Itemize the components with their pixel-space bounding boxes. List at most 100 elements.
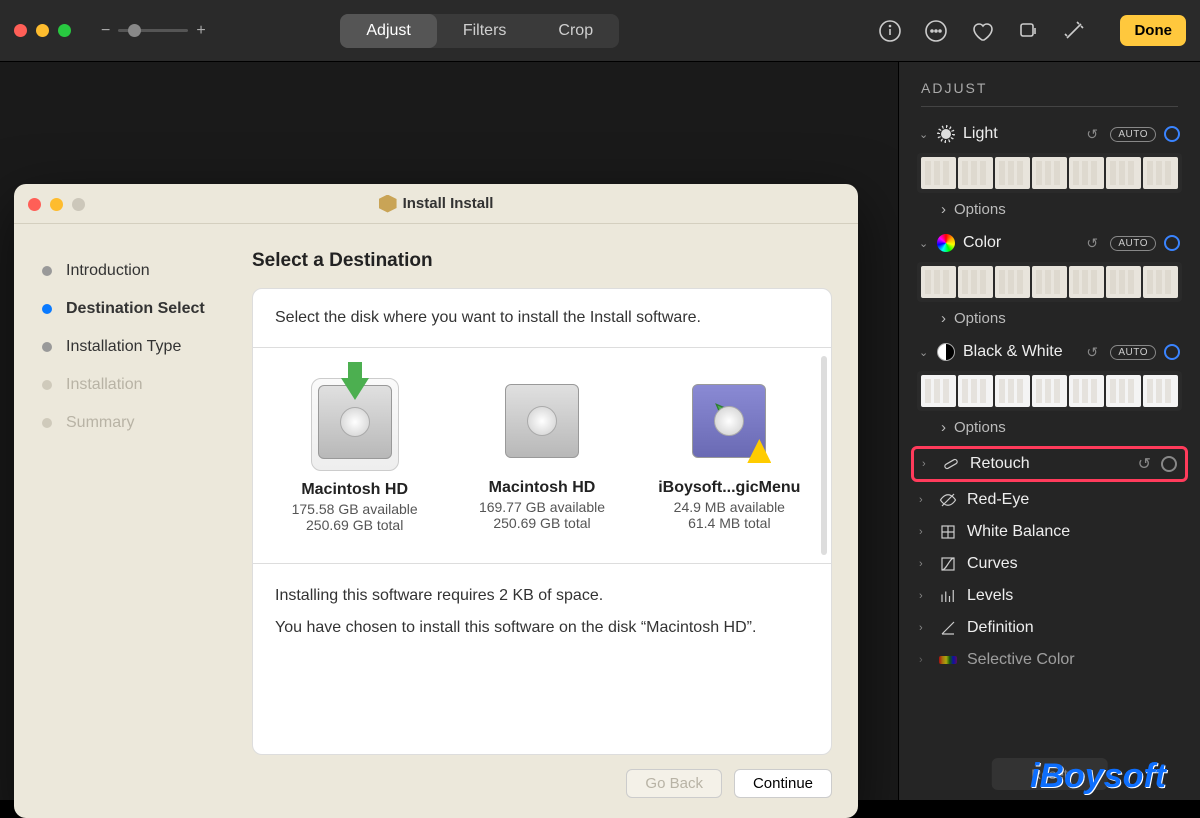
disk-name: Macintosh HD — [269, 481, 440, 499]
fullscreen-window-button[interactable] — [58, 24, 71, 37]
toolbar-actions: Done — [878, 15, 1186, 46]
disk-total: 250.69 GB total — [269, 517, 440, 533]
bw-icon — [937, 343, 955, 361]
disk-available: 24.9 MB available — [644, 499, 815, 515]
auto-button[interactable]: AUTO — [1110, 236, 1156, 251]
color-options[interactable]: ›Options — [915, 306, 1184, 331]
chevron-right-icon: › — [919, 590, 929, 602]
photos-editor-window: − + Adjust Filters Crop Done — [0, 0, 1200, 800]
installer-minimize-button[interactable] — [50, 198, 63, 211]
close-window-button[interactable] — [14, 24, 27, 37]
step-summary: Summary — [42, 414, 252, 432]
installer-main: Select a Destination Select the disk whe… — [252, 224, 858, 818]
row-levels[interactable]: › Levels — [899, 580, 1200, 612]
chevron-right-icon: › — [919, 526, 929, 538]
zoom-out-icon[interactable]: − — [101, 22, 110, 40]
enable-ring[interactable] — [1161, 456, 1177, 472]
reset-icon[interactable]: ↺ — [1086, 235, 1102, 252]
done-button[interactable]: Done — [1120, 15, 1186, 46]
rotate-icon[interactable] — [1016, 19, 1040, 43]
disk-list: Macintosh HD 175.58 GB available 250.69 … — [253, 348, 831, 564]
zoom-slider[interactable]: − + — [101, 22, 206, 40]
light-label: Light — [963, 125, 1078, 143]
step-introduction[interactable]: Introduction — [42, 262, 252, 280]
disk-option-2[interactable]: iBoysoft...gicMenu 24.9 MB available 61.… — [640, 372, 819, 539]
reset-adjustments-button[interactable]: Reset — [991, 758, 1108, 790]
hard-drive-icon — [505, 384, 579, 458]
enhance-icon[interactable] — [1062, 19, 1086, 43]
reset-icon[interactable]: ↺ — [1086, 344, 1102, 361]
cursor-icon — [711, 399, 743, 431]
row-redeye[interactable]: › Red-Eye — [899, 484, 1200, 516]
installer-title-text: Install Install — [403, 195, 494, 212]
retouch-label: Retouch — [970, 455, 1128, 473]
favorite-icon[interactable] — [970, 19, 994, 43]
row-selective-color[interactable]: › Selective Color — [899, 644, 1200, 676]
light-presets[interactable] — [917, 153, 1182, 193]
enable-ring[interactable] — [1164, 235, 1180, 251]
adjust-panel-title: ADJUST — [899, 80, 1200, 106]
chevron-down-icon: ⌄ — [919, 237, 929, 250]
reset-icon[interactable]: ↺ — [1138, 454, 1151, 474]
bw-label: Black & White — [963, 343, 1078, 361]
disk-available: 169.77 GB available — [456, 499, 627, 515]
bw-options[interactable]: ›Options — [915, 415, 1184, 440]
enable-ring[interactable] — [1164, 126, 1180, 142]
more-icon[interactable] — [924, 19, 948, 43]
installer-close-button[interactable] — [28, 198, 41, 211]
section-bw: ⌄ Black & White ↺ AUTO ›Options — [899, 337, 1200, 440]
installer-titlebar: Install Install — [14, 184, 858, 224]
step-destination-select[interactable]: Destination Select — [42, 300, 252, 318]
color-presets[interactable] — [917, 262, 1182, 302]
auto-button[interactable]: AUTO — [1110, 345, 1156, 360]
selective-color-icon — [939, 651, 957, 669]
package-icon — [379, 195, 397, 213]
edit-mode-tabs: Adjust Filters Crop — [340, 14, 619, 48]
eye-icon — [939, 491, 957, 509]
bw-presets[interactable] — [917, 371, 1182, 411]
bw-header[interactable]: ⌄ Black & White ↺ AUTO — [915, 337, 1184, 367]
enable-ring[interactable] — [1164, 344, 1180, 360]
light-options[interactable]: ›Options — [915, 197, 1184, 222]
curves-icon — [939, 555, 957, 573]
chevron-down-icon: ⌄ — [919, 128, 929, 141]
reset-icon[interactable]: ↺ — [1086, 126, 1102, 143]
auto-button[interactable]: AUTO — [1110, 127, 1156, 142]
continue-button[interactable]: Continue — [734, 769, 832, 798]
light-header[interactable]: ⌄ Light ↺ AUTO — [915, 119, 1184, 149]
row-retouch[interactable]: › Retouch ↺ — [911, 446, 1188, 482]
window-controls — [14, 24, 71, 37]
installer-body: Introduction Destination Select Installa… — [14, 224, 858, 818]
row-definition[interactable]: › Definition — [899, 612, 1200, 644]
levels-label: Levels — [967, 587, 1180, 605]
step-installation-type[interactable]: Installation Type — [42, 338, 252, 356]
row-curves[interactable]: › Curves — [899, 548, 1200, 580]
chevron-right-icon: › — [919, 494, 929, 506]
chevron-right-icon: › — [919, 654, 929, 666]
installer-window: Install Install Introduction Destination… — [14, 184, 858, 818]
tab-filters[interactable]: Filters — [437, 14, 533, 48]
color-header[interactable]: ⌄ Color ↺ AUTO — [915, 228, 1184, 258]
row-white-balance[interactable]: › White Balance — [899, 516, 1200, 548]
selective-color-label: Selective Color — [967, 651, 1180, 669]
tab-crop[interactable]: Crop — [532, 14, 619, 48]
info-icon[interactable] — [878, 19, 902, 43]
disk-option-0[interactable]: Macintosh HD 175.58 GB available 250.69 … — [265, 372, 444, 539]
zoom-in-icon[interactable]: + — [196, 22, 205, 40]
bandage-icon — [942, 455, 960, 473]
disk-available: 175.58 GB available — [269, 501, 440, 517]
chevron-right-icon: › — [922, 458, 932, 470]
tab-adjust[interactable]: Adjust — [340, 14, 436, 48]
disk-image-icon — [692, 384, 766, 458]
white-balance-icon — [939, 523, 957, 541]
disk-total: 250.69 GB total — [456, 515, 627, 531]
zoom-thumb[interactable] — [128, 24, 141, 37]
disk-option-1[interactable]: Macintosh HD 169.77 GB available 250.69 … — [452, 372, 631, 539]
color-wheel-icon — [937, 234, 955, 252]
chosen-disk-text: You have chosen to install this software… — [275, 616, 809, 640]
installer-buttons: Go Back Continue — [252, 755, 832, 798]
space-required-text: Installing this software requires 2 KB o… — [275, 584, 809, 608]
destination-heading: Select a Destination — [252, 250, 832, 272]
disk-name: iBoysoft...gicMenu — [644, 479, 815, 497]
minimize-window-button[interactable] — [36, 24, 49, 37]
